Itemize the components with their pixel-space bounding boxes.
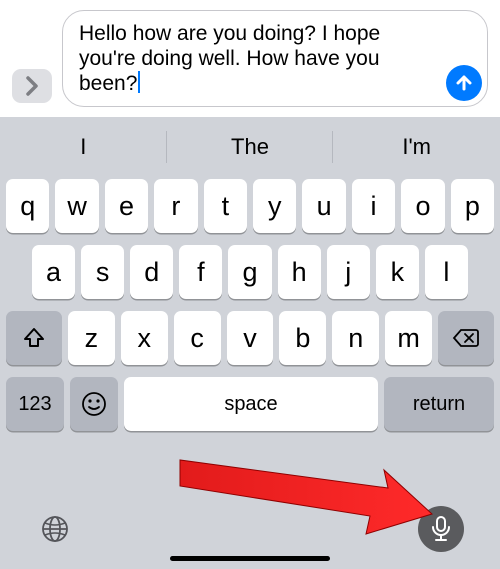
arrow-up-icon [454,73,474,93]
key-f[interactable]: f [179,245,222,299]
key-r[interactable]: r [154,179,197,233]
key-y[interactable]: y [253,179,296,233]
key-d[interactable]: d [130,245,173,299]
emoji-icon [81,391,107,417]
chevron-right-icon [25,76,39,96]
key-c[interactable]: c [174,311,221,365]
key-x[interactable]: x [121,311,168,365]
key-row-3: z x c v b n m [6,311,494,365]
dictation-button[interactable] [418,506,464,552]
key-o[interactable]: o [401,179,444,233]
key-t[interactable]: t [204,179,247,233]
globe-icon [40,514,70,544]
key-k[interactable]: k [376,245,419,299]
key-g[interactable]: g [228,245,271,299]
key-v[interactable]: v [227,311,274,365]
suggestion-bar: I The I'm [0,121,500,173]
key-e[interactable]: e [105,179,148,233]
keyboard: I The I'm q w e r t y u i o p a s d f g … [0,117,500,569]
backspace-icon [452,327,480,349]
key-h[interactable]: h [278,245,321,299]
shift-icon [22,326,46,350]
backspace-key[interactable] [438,311,494,365]
key-a[interactable]: a [32,245,75,299]
space-key[interactable]: space [124,377,378,431]
key-n[interactable]: n [332,311,379,365]
key-b[interactable]: b [279,311,326,365]
key-j[interactable]: j [327,245,370,299]
key-row-4: 123 space return [6,377,494,431]
message-text: Hello how are you doing? I hope you're d… [79,22,380,95]
key-s[interactable]: s [81,245,124,299]
key-u[interactable]: u [302,179,345,233]
key-row-1: q w e r t y u i o p [6,179,494,233]
key-z[interactable]: z [68,311,115,365]
send-button[interactable] [446,65,482,101]
suggestion-2[interactable]: The [167,121,334,173]
apps-button[interactable] [12,69,52,103]
key-i[interactable]: i [352,179,395,233]
return-key[interactable]: return [384,377,494,431]
key-w[interactable]: w [55,179,98,233]
key-l[interactable]: l [425,245,468,299]
message-input[interactable]: Hello how are you doing? I hope you're d… [62,10,488,107]
home-indicator[interactable] [170,556,330,561]
microphone-icon [429,515,453,543]
key-m[interactable]: m [385,311,432,365]
suggestion-1[interactable]: I [0,121,167,173]
text-cursor [138,71,140,93]
key-q[interactable]: q [6,179,49,233]
key-p[interactable]: p [451,179,494,233]
shift-key[interactable] [6,311,62,365]
key-row-2: a s d f g h j k l [6,245,494,299]
globe-key[interactable] [36,510,74,548]
suggestion-3[interactable]: I'm [333,121,500,173]
compose-area: Hello how are you doing? I hope you're d… [0,0,500,117]
numbers-key[interactable]: 123 [6,377,64,431]
emoji-key[interactable] [70,377,118,431]
